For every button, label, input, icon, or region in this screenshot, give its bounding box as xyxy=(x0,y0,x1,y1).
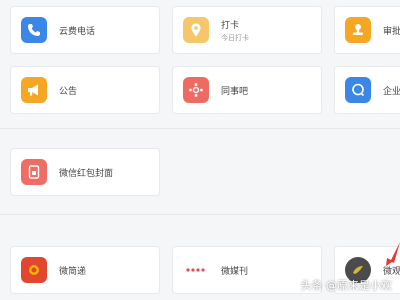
app-card-phone[interactable]: 云费电话 xyxy=(10,6,160,54)
app-card-express[interactable]: 微简递 xyxy=(10,246,160,294)
app-card-label: 微媒刊 xyxy=(221,266,249,277)
app-card-approval[interactable]: 审批 xyxy=(334,6,400,54)
red-arrow-annotation xyxy=(386,242,400,266)
app-card-mail[interactable]: 企业邮 xyxy=(334,66,400,114)
app-card-label: 微简递 xyxy=(59,266,87,277)
hub-icon xyxy=(183,77,209,103)
watermark: 头条 @原来是小欢 xyxy=(300,279,393,292)
chat-bubble-icon xyxy=(345,77,371,103)
dots-icon xyxy=(183,257,209,283)
app-card-checkin[interactable]: 打卡 今日打卡 xyxy=(172,6,322,54)
app-card-label: 公告 xyxy=(59,86,78,97)
red-packet-icon xyxy=(21,159,47,185)
app-card-sublabel: 今日打卡 xyxy=(221,33,249,42)
app-card-media[interactable]: 微媒刊 xyxy=(172,246,322,294)
app-card-colleagues[interactable]: 同事吧 xyxy=(172,66,322,114)
megaphone-icon xyxy=(21,77,47,103)
app-logo-icon xyxy=(21,257,47,283)
app-card-label: 打卡 xyxy=(221,20,240,31)
phone-icon xyxy=(21,17,47,43)
stamp-icon xyxy=(345,17,371,43)
app-card-red-packet-cover[interactable]: 微信红包封面 xyxy=(10,148,160,196)
app-card-label: 企业邮 xyxy=(383,86,400,97)
app-card-label: 云费电话 xyxy=(59,26,96,37)
app-card-notice[interactable]: 公告 xyxy=(10,66,160,114)
section-divider xyxy=(0,128,400,129)
app-card-label: 同事吧 xyxy=(221,86,249,97)
location-pin-icon xyxy=(183,17,209,43)
section-divider xyxy=(0,214,400,215)
app-card-label: 审批 xyxy=(383,26,400,37)
app-card-label: 微信红包封面 xyxy=(59,168,114,179)
